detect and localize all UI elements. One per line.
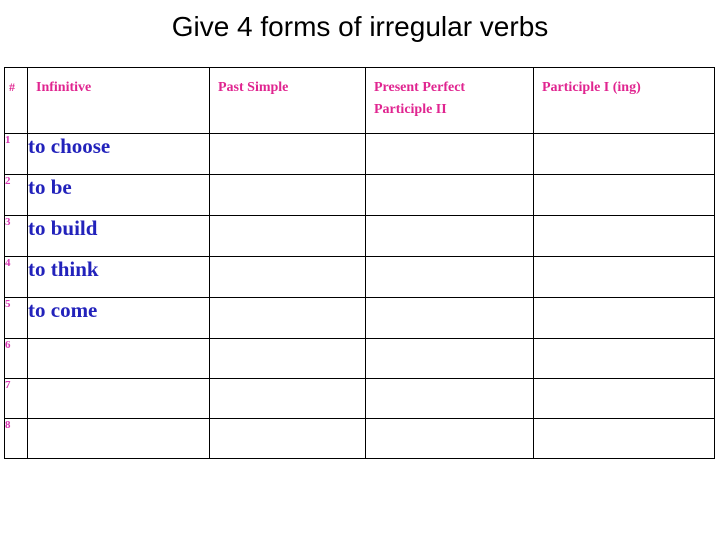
cell-past-simple[interactable] (209, 338, 366, 379)
table-row: 1 to choose (4, 133, 715, 175)
row-number: 3 (4, 215, 28, 257)
cell-present-perfect[interactable] (365, 174, 534, 216)
cell-present-perfect[interactable] (365, 215, 534, 257)
header-label-past-simple: Past Simple (218, 80, 289, 95)
header-cell-present-perfect: Present Perfect Participle II (365, 67, 534, 134)
cell-present-perfect[interactable] (365, 133, 534, 175)
cell-past-simple[interactable] (209, 378, 366, 419)
header-label-participle-i: Participle I (ing) (542, 80, 641, 95)
cell-participle-i[interactable] (533, 174, 715, 216)
cell-participle-i[interactable] (533, 338, 715, 379)
cell-infinitive[interactable] (27, 418, 210, 459)
table-row: 3 to build (4, 215, 715, 257)
cell-infinitive[interactable]: to build (27, 215, 210, 257)
header-cell-infinitive: Infinitive (27, 67, 210, 134)
table-header-row: # Infinitive Past Simple Present Perfect… (4, 67, 715, 134)
cell-infinitive[interactable]: to be (27, 174, 210, 216)
header-label-infinitive: Infinitive (36, 80, 92, 95)
table-row: 8 (4, 418, 715, 459)
cell-present-perfect[interactable] (365, 378, 534, 419)
header-label-present-perfect: Present Perfect Participle II (374, 80, 466, 117)
cell-participle-i[interactable] (533, 378, 715, 419)
cell-past-simple[interactable] (209, 133, 366, 175)
table-row: 7 (4, 378, 715, 419)
table-row: 6 (4, 338, 715, 379)
row-number: 5 (4, 297, 28, 339)
cell-participle-i[interactable] (533, 297, 715, 339)
cell-present-perfect[interactable] (365, 338, 534, 379)
header-cell-number: # (4, 67, 28, 134)
header-cell-participle-i: Participle I (ing) (533, 67, 715, 134)
page-title: Give 4 forms of irregular verbs (171, 11, 549, 42)
irregular-verbs-table: # Infinitive Past Simple Present Perfect… (4, 67, 715, 459)
cell-present-perfect[interactable] (365, 256, 534, 298)
cell-infinitive[interactable]: to think (27, 256, 210, 298)
table-row: 4 to think (4, 256, 715, 298)
cell-past-simple[interactable] (209, 215, 366, 257)
row-number: 4 (4, 256, 28, 298)
cell-past-simple[interactable] (209, 418, 366, 459)
cell-past-simple[interactable] (209, 174, 366, 216)
cell-participle-i[interactable] (533, 215, 715, 257)
row-number: 2 (4, 174, 28, 216)
cell-infinitive[interactable] (27, 338, 210, 379)
cell-participle-i[interactable] (533, 418, 715, 459)
cell-infinitive[interactable]: to choose (27, 133, 210, 175)
cell-past-simple[interactable] (209, 297, 366, 339)
cell-participle-i[interactable] (533, 133, 715, 175)
row-number: 1 (4, 133, 28, 175)
table-row: 2 to be (4, 174, 715, 216)
cell-infinitive[interactable] (27, 378, 210, 419)
cell-present-perfect[interactable] (365, 418, 534, 459)
row-number: 8 (4, 418, 28, 459)
header-label-number: # (9, 80, 15, 94)
row-number: 6 (4, 338, 28, 379)
cell-infinitive[interactable]: to come (27, 297, 210, 339)
slide-canvas: Give 4 forms of irregular verbs # Infini… (0, 0, 720, 540)
cell-present-perfect[interactable] (365, 297, 534, 339)
header-cell-past-simple: Past Simple (209, 67, 366, 134)
cell-past-simple[interactable] (209, 256, 366, 298)
table-row: 5 to come (4, 297, 715, 339)
row-number: 7 (4, 378, 28, 419)
cell-participle-i[interactable] (533, 256, 715, 298)
